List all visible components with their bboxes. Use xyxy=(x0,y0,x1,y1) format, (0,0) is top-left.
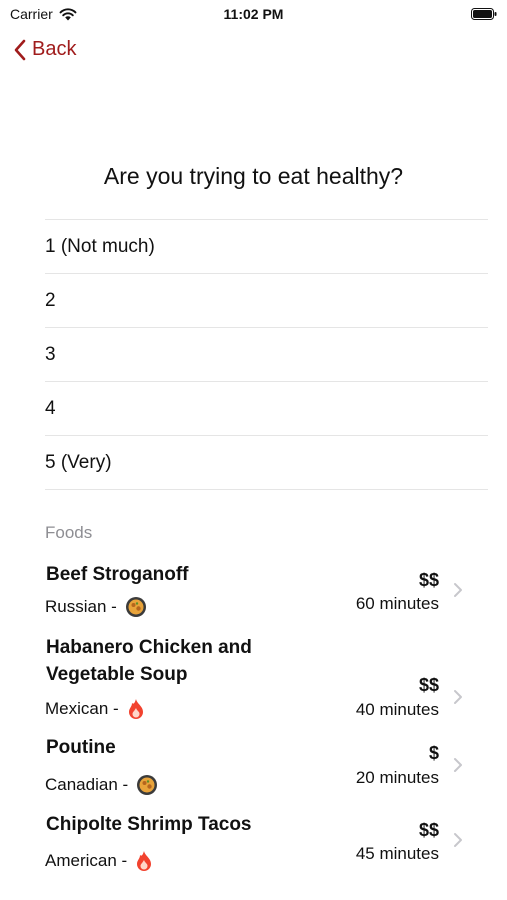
food-name: Beef Stroganoff xyxy=(46,564,189,585)
back-button[interactable]: Back xyxy=(14,38,76,61)
battery-icon xyxy=(471,8,497,20)
food-row[interactable]: Chipolte Shrimp Tacos American - $$ 45 m… xyxy=(0,811,507,887)
food-row[interactable]: Habanero Chicken and Vegetable Soup Mexi… xyxy=(0,630,507,734)
food-cuisine: American - xyxy=(45,851,128,870)
status-time: 11:02 PM xyxy=(223,6,284,22)
option-label: 2 xyxy=(45,289,56,311)
option-2[interactable]: 2 xyxy=(45,274,488,328)
food-meta: Mexican - xyxy=(45,698,145,720)
chevron-right-icon xyxy=(454,833,462,847)
food-name: Habanero Chicken and Vegetable Soup xyxy=(46,637,252,685)
food-price: $$ xyxy=(418,820,439,840)
option-label: 1 (Not much) xyxy=(45,235,155,257)
food-time: 45 minutes xyxy=(355,844,439,863)
chevron-right-icon xyxy=(454,583,462,597)
food-time: 40 minutes xyxy=(355,700,439,719)
option-label: 3 xyxy=(45,343,56,365)
chevron-left-icon xyxy=(14,39,26,60)
back-label: Back xyxy=(32,38,77,60)
food-price: $$ xyxy=(418,675,439,695)
chevron-right-icon xyxy=(454,690,462,704)
fire-icon xyxy=(128,699,143,719)
food-list: Beef Stroganoff Russian - $$ 60 minutes … xyxy=(0,556,507,887)
fire-icon xyxy=(137,851,152,871)
option-3[interactable]: 3 xyxy=(45,328,488,382)
question-title: Are you trying to eat healthy? xyxy=(103,163,404,189)
pan-icon xyxy=(137,775,158,795)
rating-options: 1 (Not much) 2 3 4 5 (Very) xyxy=(45,219,488,490)
foods-section-header: Foods xyxy=(45,523,93,542)
food-price: $$ xyxy=(418,570,439,590)
food-meta: Russian - xyxy=(45,596,147,618)
food-cuisine: Russian - xyxy=(45,597,117,616)
food-price: $ xyxy=(428,743,439,763)
option-4[interactable]: 4 xyxy=(45,382,488,436)
food-name: Poutine xyxy=(46,737,116,758)
food-row[interactable]: Poutine Canadian - $ 20 minutes xyxy=(0,734,507,811)
option-label: 5 (Very) xyxy=(45,451,112,473)
food-name: Chipolte Shrimp Tacos xyxy=(46,814,252,835)
chevron-right-icon xyxy=(454,758,462,772)
option-label: 4 xyxy=(45,397,56,419)
pan-icon xyxy=(125,597,146,617)
status-bar: Carrier 11:02 PM xyxy=(0,0,507,28)
option-5[interactable]: 5 (Very) xyxy=(45,436,488,490)
food-time: 60 minutes xyxy=(355,594,439,613)
food-time: 20 minutes xyxy=(355,768,439,787)
food-cuisine: Canadian - xyxy=(45,775,129,794)
food-row[interactable]: Beef Stroganoff Russian - $$ 60 minutes xyxy=(0,556,507,630)
food-meta: Canadian - xyxy=(45,774,158,796)
option-1[interactable]: 1 (Not much) xyxy=(45,220,488,274)
food-meta: American - xyxy=(45,850,153,872)
food-cuisine: Mexican - xyxy=(45,699,119,718)
